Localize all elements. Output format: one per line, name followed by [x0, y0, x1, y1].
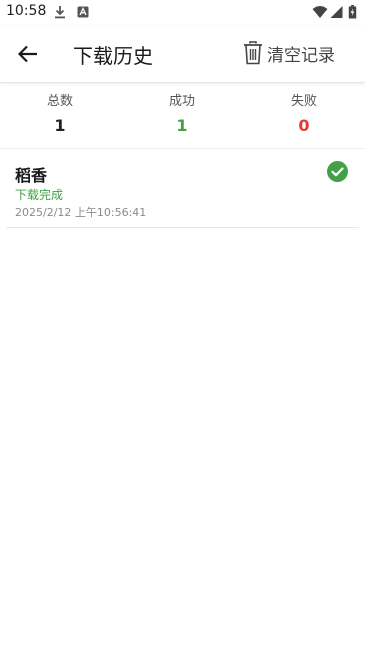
item-song-name: 稻香 [15, 166, 48, 185]
app-notification-icon [77, 6, 89, 18]
wifi-icon [312, 6, 328, 18]
check-circle-icon [327, 161, 348, 182]
stat-total-value: 1 [54, 116, 66, 135]
stat-total-label: 总数 [46, 94, 73, 109]
stat-failed: 失败 0 [264, 93, 344, 137]
clear-history-button[interactable]: 清空记录 [243, 38, 335, 68]
stat-total: 总数 1 [20, 93, 100, 137]
item-timestamp: 2025/2/12 上午10:56:41 [15, 206, 147, 219]
stat-failed-label: 失败 [290, 94, 317, 109]
stat-success-value: 1 [176, 116, 188, 135]
download-icon [55, 6, 65, 19]
status-bar: 10:58 [0, 0, 365, 26]
back-button[interactable] [14, 40, 42, 68]
status-time: 10:58 [6, 3, 47, 19]
app-bar: 下载历史 清空记录 [0, 26, 365, 83]
trash-icon [244, 41, 262, 65]
page-title: 下载历史 [73, 44, 153, 68]
stat-success: 成功 1 [142, 93, 222, 137]
item-status: 下载完成 [15, 188, 64, 202]
clear-history-label: 清空记录 [267, 45, 335, 66]
stat-failed-value: 0 [298, 116, 310, 135]
download-stats: 总数 1 成功 1 失败 0 [0, 82, 365, 149]
history-list-item[interactable]: 稻香 下载完成 2025/2/12 上午10:56:41 [6, 150, 359, 228]
arrow-back-icon [18, 45, 37, 63]
stat-success-label: 成功 [168, 94, 195, 109]
battery-icon [348, 5, 357, 19]
signal-icon [330, 6, 343, 18]
